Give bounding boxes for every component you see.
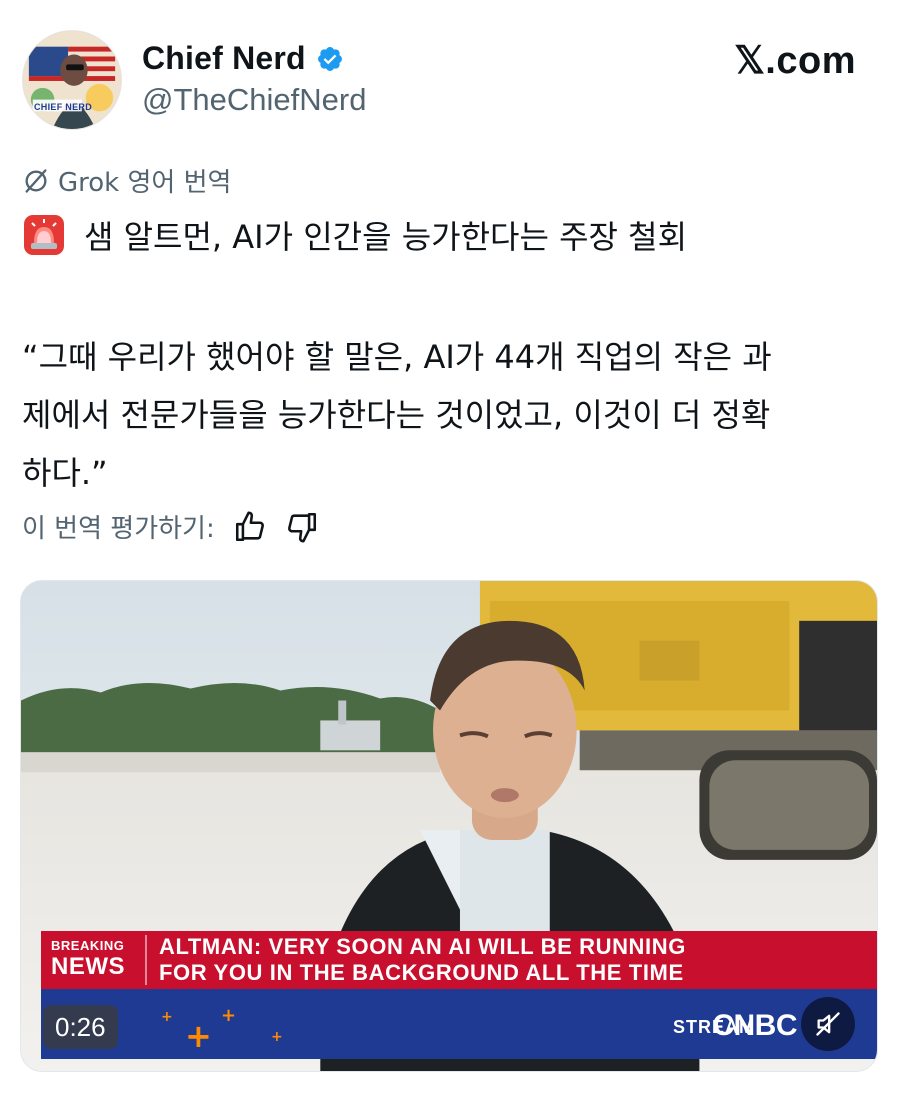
thumbs-down-icon[interactable] bbox=[285, 510, 319, 544]
quote-line: 하다.” bbox=[22, 454, 108, 492]
avatar-image bbox=[23, 31, 121, 129]
video-timestamp: 0:26 bbox=[43, 1005, 118, 1049]
thumbs-up-icon[interactable] bbox=[233, 510, 267, 544]
translation-label-row: Grok 영어 번역 bbox=[22, 162, 231, 199]
sparkle-icon: + bbox=[271, 1029, 283, 1045]
news-label: NEWS bbox=[51, 953, 125, 980]
siren-icon bbox=[24, 215, 64, 255]
post-headline: 샘 알트먼, AI가 인간을 능가한다는 주장 철회 bbox=[22, 212, 687, 258]
translation-rating-row: 이 번역 평가하기: bbox=[22, 508, 319, 545]
verified-badge-icon bbox=[317, 46, 342, 71]
headline-text: 샘 알트먼, AI가 인간을 능가한다는 주장 철회 bbox=[84, 218, 688, 256]
sparkle-icon: + bbox=[221, 1005, 237, 1026]
mute-icon bbox=[816, 1012, 840, 1036]
rating-label: 이 번역 평가하기: bbox=[22, 514, 215, 544]
breaking-label: BREAKING bbox=[51, 938, 125, 953]
sparkle-icon: + bbox=[185, 1017, 212, 1055]
sparkle-icon: + bbox=[161, 1009, 173, 1025]
chyron-line: ALTMAN: VERY SOON AN AI WILL BE RUNNING bbox=[159, 934, 686, 959]
chyron-headline: ALTMAN: VERY SOON AN AI WILL BE RUNNING … bbox=[159, 934, 686, 986]
author-name-row: Chief Nerd bbox=[142, 40, 344, 77]
author-handle[interactable]: @TheChiefNerd bbox=[142, 82, 366, 118]
quote-line: 제에서 전문가들을 능가한다는 것이었고, 이것이 더 정확 bbox=[22, 396, 771, 434]
grok-icon bbox=[25, 168, 47, 193]
chyron-line: FOR YOU IN THE BACKGROUND ALL THE TIME bbox=[159, 960, 684, 985]
mute-button[interactable] bbox=[801, 997, 855, 1051]
video-player[interactable]: BREAKING NEWS ALTMAN: VERY SOON AN AI WI… bbox=[20, 580, 878, 1072]
display-name[interactable]: Chief Nerd bbox=[142, 40, 306, 77]
breaking-news-label: BREAKING NEWS bbox=[51, 935, 139, 985]
quote-line: “그때 우리가 했어야 할 말은, AI가 44개 직업의 작은 과 bbox=[22, 338, 772, 376]
post-quote: “그때 우리가 했어야 할 말은, AI가 44개 직업의 작은 과 제에서 전… bbox=[22, 328, 882, 502]
x-com-brand: 𝕏.com bbox=[734, 40, 856, 82]
chyron-headline-bar: BREAKING NEWS ALTMAN: VERY SOON AN AI WI… bbox=[41, 931, 877, 989]
avatar-label: CHIEF NERD bbox=[34, 102, 93, 112]
translation-label: Grok 영어 번역 bbox=[58, 168, 232, 198]
avatar[interactable]: CHIEF NERD bbox=[22, 30, 122, 130]
chyron-divider bbox=[145, 935, 147, 985]
network-logo: CNBC bbox=[712, 1009, 797, 1042]
